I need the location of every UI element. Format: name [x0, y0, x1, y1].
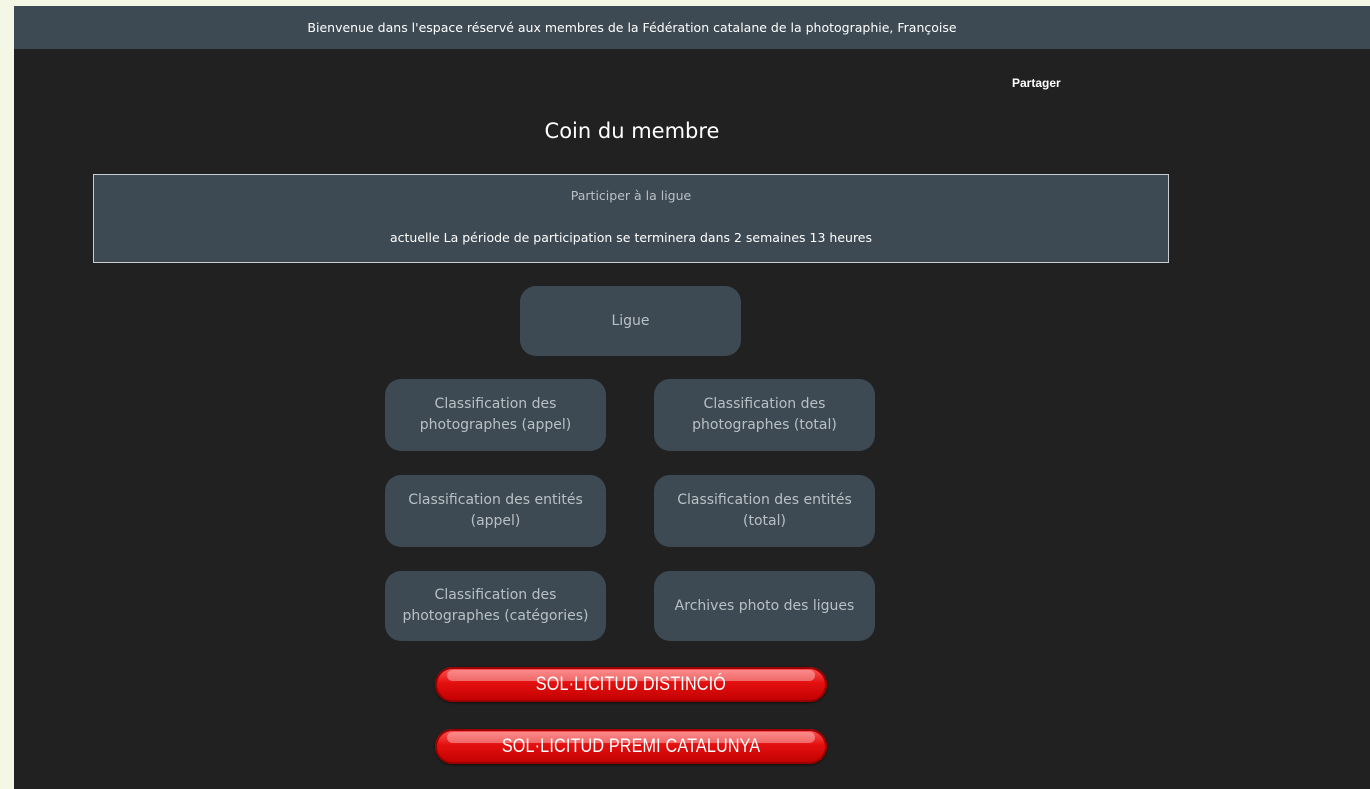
share-link[interactable]: Partager — [1012, 76, 1061, 90]
welcome-text: Bienvenue dans l'espace réservé aux memb… — [307, 20, 957, 35]
league-participation-box: Participer à la ligue actuelle La périod… — [93, 174, 1169, 263]
photographers-call-ranking-button[interactable]: Classification des photographes (appel) — [385, 379, 606, 451]
welcome-bar: Bienvenue dans l'espace réservé aux memb… — [14, 6, 1370, 49]
entities-total-ranking-button[interactable]: Classification des entités (total) — [654, 475, 875, 547]
entities-call-ranking-button[interactable]: Classification des entités (appel) — [385, 475, 606, 547]
participation-period-text: actuelle La période de participation se … — [389, 230, 873, 245]
distinction-request-label: SOL·LICITUD DISTINCIÓ — [535, 673, 727, 695]
premi-catalunya-request-label: SOL·LICITUD PREMI CATALUNYA — [501, 735, 761, 757]
page-title: Coin du membre — [544, 119, 720, 143]
league-photo-archives-button[interactable]: Archives photo des ligues — [654, 571, 875, 641]
photographers-total-ranking-button[interactable]: Classification des photographes (total) — [654, 379, 875, 451]
league-button[interactable]: Ligue — [520, 286, 741, 356]
participate-league-link[interactable]: Participer à la ligue — [94, 188, 1168, 203]
premi-catalunya-request-button[interactable]: SOL·LICITUD PREMI CATALUNYA — [435, 729, 827, 764]
distinction-request-button[interactable]: SOL·LICITUD DISTINCIÓ — [435, 667, 827, 702]
photographers-categories-ranking-button[interactable]: Classification des photographes (catégor… — [385, 571, 606, 641]
page-body: Bienvenue dans l'espace réservé aux memb… — [14, 6, 1370, 789]
